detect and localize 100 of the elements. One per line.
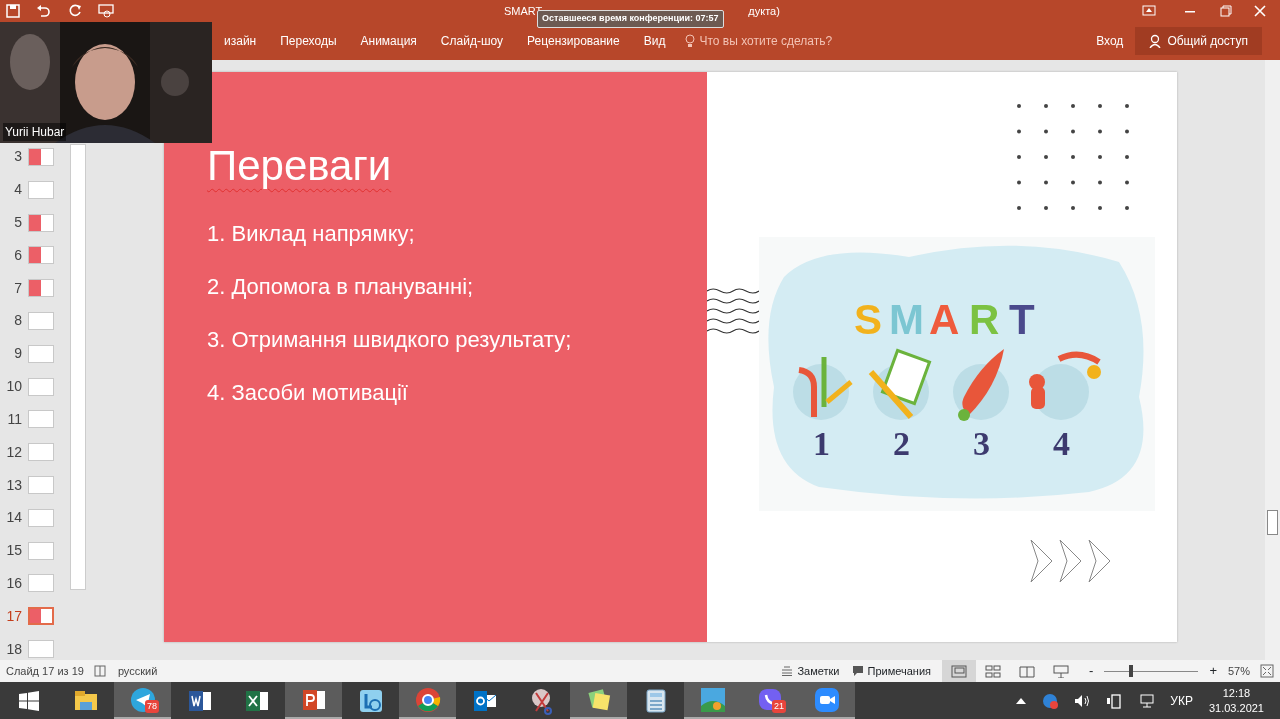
slideshow-icon[interactable] (98, 4, 114, 18)
slide-number: 13 (5, 475, 22, 495)
slide-thumbnail[interactable] (28, 410, 54, 429)
slide-thumbnail[interactable] (28, 443, 54, 462)
zoom-slider-thumb[interactable] (1128, 665, 1133, 677)
comments-button[interactable]: Примечания (850, 661, 933, 681)
slide-number: 14 (5, 508, 22, 528)
notes-icon (781, 666, 794, 676)
browser-icon (413, 685, 442, 714)
slide-number: 7 (13, 278, 22, 298)
slide-thumbnail[interactable] (28, 279, 54, 298)
conference-timer-tooltip: Оставшееся время конференции: 07:57 (537, 10, 724, 28)
app-tray-icon[interactable] (1042, 692, 1059, 709)
slide-thumbnail[interactable] (28, 640, 54, 659)
slide-thumbnail[interactable] (28, 377, 54, 396)
arrows-icon (793, 357, 853, 420)
language-label[interactable]: русский (117, 662, 158, 680)
taskbar-app[interactable] (399, 682, 456, 719)
fit-slide-icon[interactable] (1260, 664, 1274, 678)
slide-thumbnail[interactable] (28, 541, 54, 560)
chevron-icon (1030, 539, 1053, 583)
redo-icon[interactable] (68, 4, 82, 18)
list-item: 2. Допомога в плануванні; (207, 273, 475, 301)
list-item: 3. Отримання швидкого результату; (207, 326, 573, 354)
cartoon-cat-drawing (1029, 351, 1101, 420)
share-button[interactable]: Общий доступ (1135, 27, 1262, 55)
restore-icon[interactable] (1220, 5, 1232, 17)
clipboard-icon (868, 348, 932, 420)
ribbon-tab[interactable]: Переходы (268, 32, 349, 50)
slide-title: Переваги (207, 141, 392, 191)
spellcheck-icon[interactable] (93, 665, 108, 677)
search-field[interactable]: Что вы хотите сделать? (699, 32, 833, 50)
save-icon[interactable] (6, 4, 20, 18)
windows-logo-icon (18, 690, 39, 711)
slide-number: 18 (5, 639, 22, 659)
slide-number: 4 (13, 180, 22, 200)
close-icon[interactable] (1254, 5, 1266, 17)
illustration-letter: S (854, 296, 882, 343)
chevron-icon (1059, 539, 1082, 583)
illustration-number: 2 (893, 425, 910, 462)
slide-thumbnail[interactable] (28, 476, 54, 495)
grid-icon (985, 664, 1002, 678)
battery-icon[interactable] (1106, 692, 1123, 709)
slide-thumbnail[interactable] (28, 180, 54, 199)
clock-time[interactable]: 12:18 (1222, 685, 1251, 701)
slide-thumbnail[interactable] (28, 311, 54, 330)
list-item: 4. Засоби мотивації (207, 379, 409, 407)
zoom-in-button[interactable]: + (1208, 660, 1218, 682)
slide-thumbnail[interactable] (28, 344, 54, 363)
ribbon-tab[interactable]: Слайд-шоу (428, 32, 516, 50)
list-item: 1. Виклад напрямку; (207, 220, 416, 248)
display-icon[interactable] (1142, 5, 1156, 17)
zoom-percent[interactable]: 57% (1227, 662, 1250, 680)
taskbar-app[interactable] (285, 682, 342, 719)
slide-number: 9 (13, 344, 22, 364)
network-icon[interactable] (1138, 692, 1155, 709)
window-title: дукта) (748, 3, 780, 19)
caret-up-icon[interactable] (1016, 697, 1027, 704)
slide-thumbnail[interactable] (28, 246, 54, 265)
ribbon-tab[interactable]: Рецензирование (515, 32, 632, 50)
illustration-letter: M (889, 296, 924, 343)
volume-icon[interactable] (1074, 693, 1091, 708)
taskbar-app[interactable]: 78 (114, 682, 171, 719)
taskbar-app[interactable] (798, 682, 855, 719)
slide-thumbnail[interactable] (28, 147, 54, 166)
zoom-out-button[interactable]: - (1088, 660, 1095, 682)
illustration-letter: A (929, 296, 960, 343)
notes-button[interactable]: Заметки (780, 661, 841, 681)
undo-icon[interactable] (36, 4, 50, 18)
slide-thumbnail[interactable] (28, 574, 54, 593)
projector-icon (1053, 664, 1070, 678)
participant-name: Yurii Hubar (3, 123, 67, 141)
lightbulb-icon (685, 34, 696, 48)
chevron-icon (1088, 539, 1111, 583)
slide-number: 8 (13, 311, 22, 331)
illustration-letter: R (969, 296, 1000, 343)
scrollbar[interactable] (70, 144, 86, 590)
taskbar-app[interactable]: 21 (741, 682, 798, 719)
taskbar-app[interactable] (570, 682, 627, 719)
ribbon-tab[interactable]: изайн (212, 32, 269, 50)
slide-counter: Слайд 17 из 19 (6, 663, 84, 679)
ribbon-tab[interactable]: Вид (631, 32, 678, 50)
landscape-icon (698, 685, 727, 714)
slide-thumbnail[interactable] (28, 508, 54, 527)
slide-thumbnail[interactable] (28, 607, 54, 626)
keyboard-language[interactable]: УКР (1170, 691, 1193, 710)
slide-number: 15 (5, 541, 22, 561)
slide-number: 6 (13, 245, 22, 265)
sign-in-link[interactable]: Вход (1084, 32, 1136, 50)
wave-lines (707, 287, 759, 337)
slide-number: 11 (6, 409, 22, 429)
clock-date[interactable]: 31.03.2021 (1208, 700, 1264, 716)
illustration-letter: T (1009, 296, 1035, 343)
illustration-number: 4 (1053, 425, 1070, 462)
slide-number: 17 (5, 606, 22, 626)
slide-number: 12 (5, 442, 22, 462)
slide-thumbnail[interactable] (28, 213, 54, 232)
scrollbar-thumb[interactable] (1267, 510, 1278, 535)
ribbon-tab[interactable]: Анимация (348, 32, 429, 50)
view-button[interactable] (942, 660, 977, 682)
